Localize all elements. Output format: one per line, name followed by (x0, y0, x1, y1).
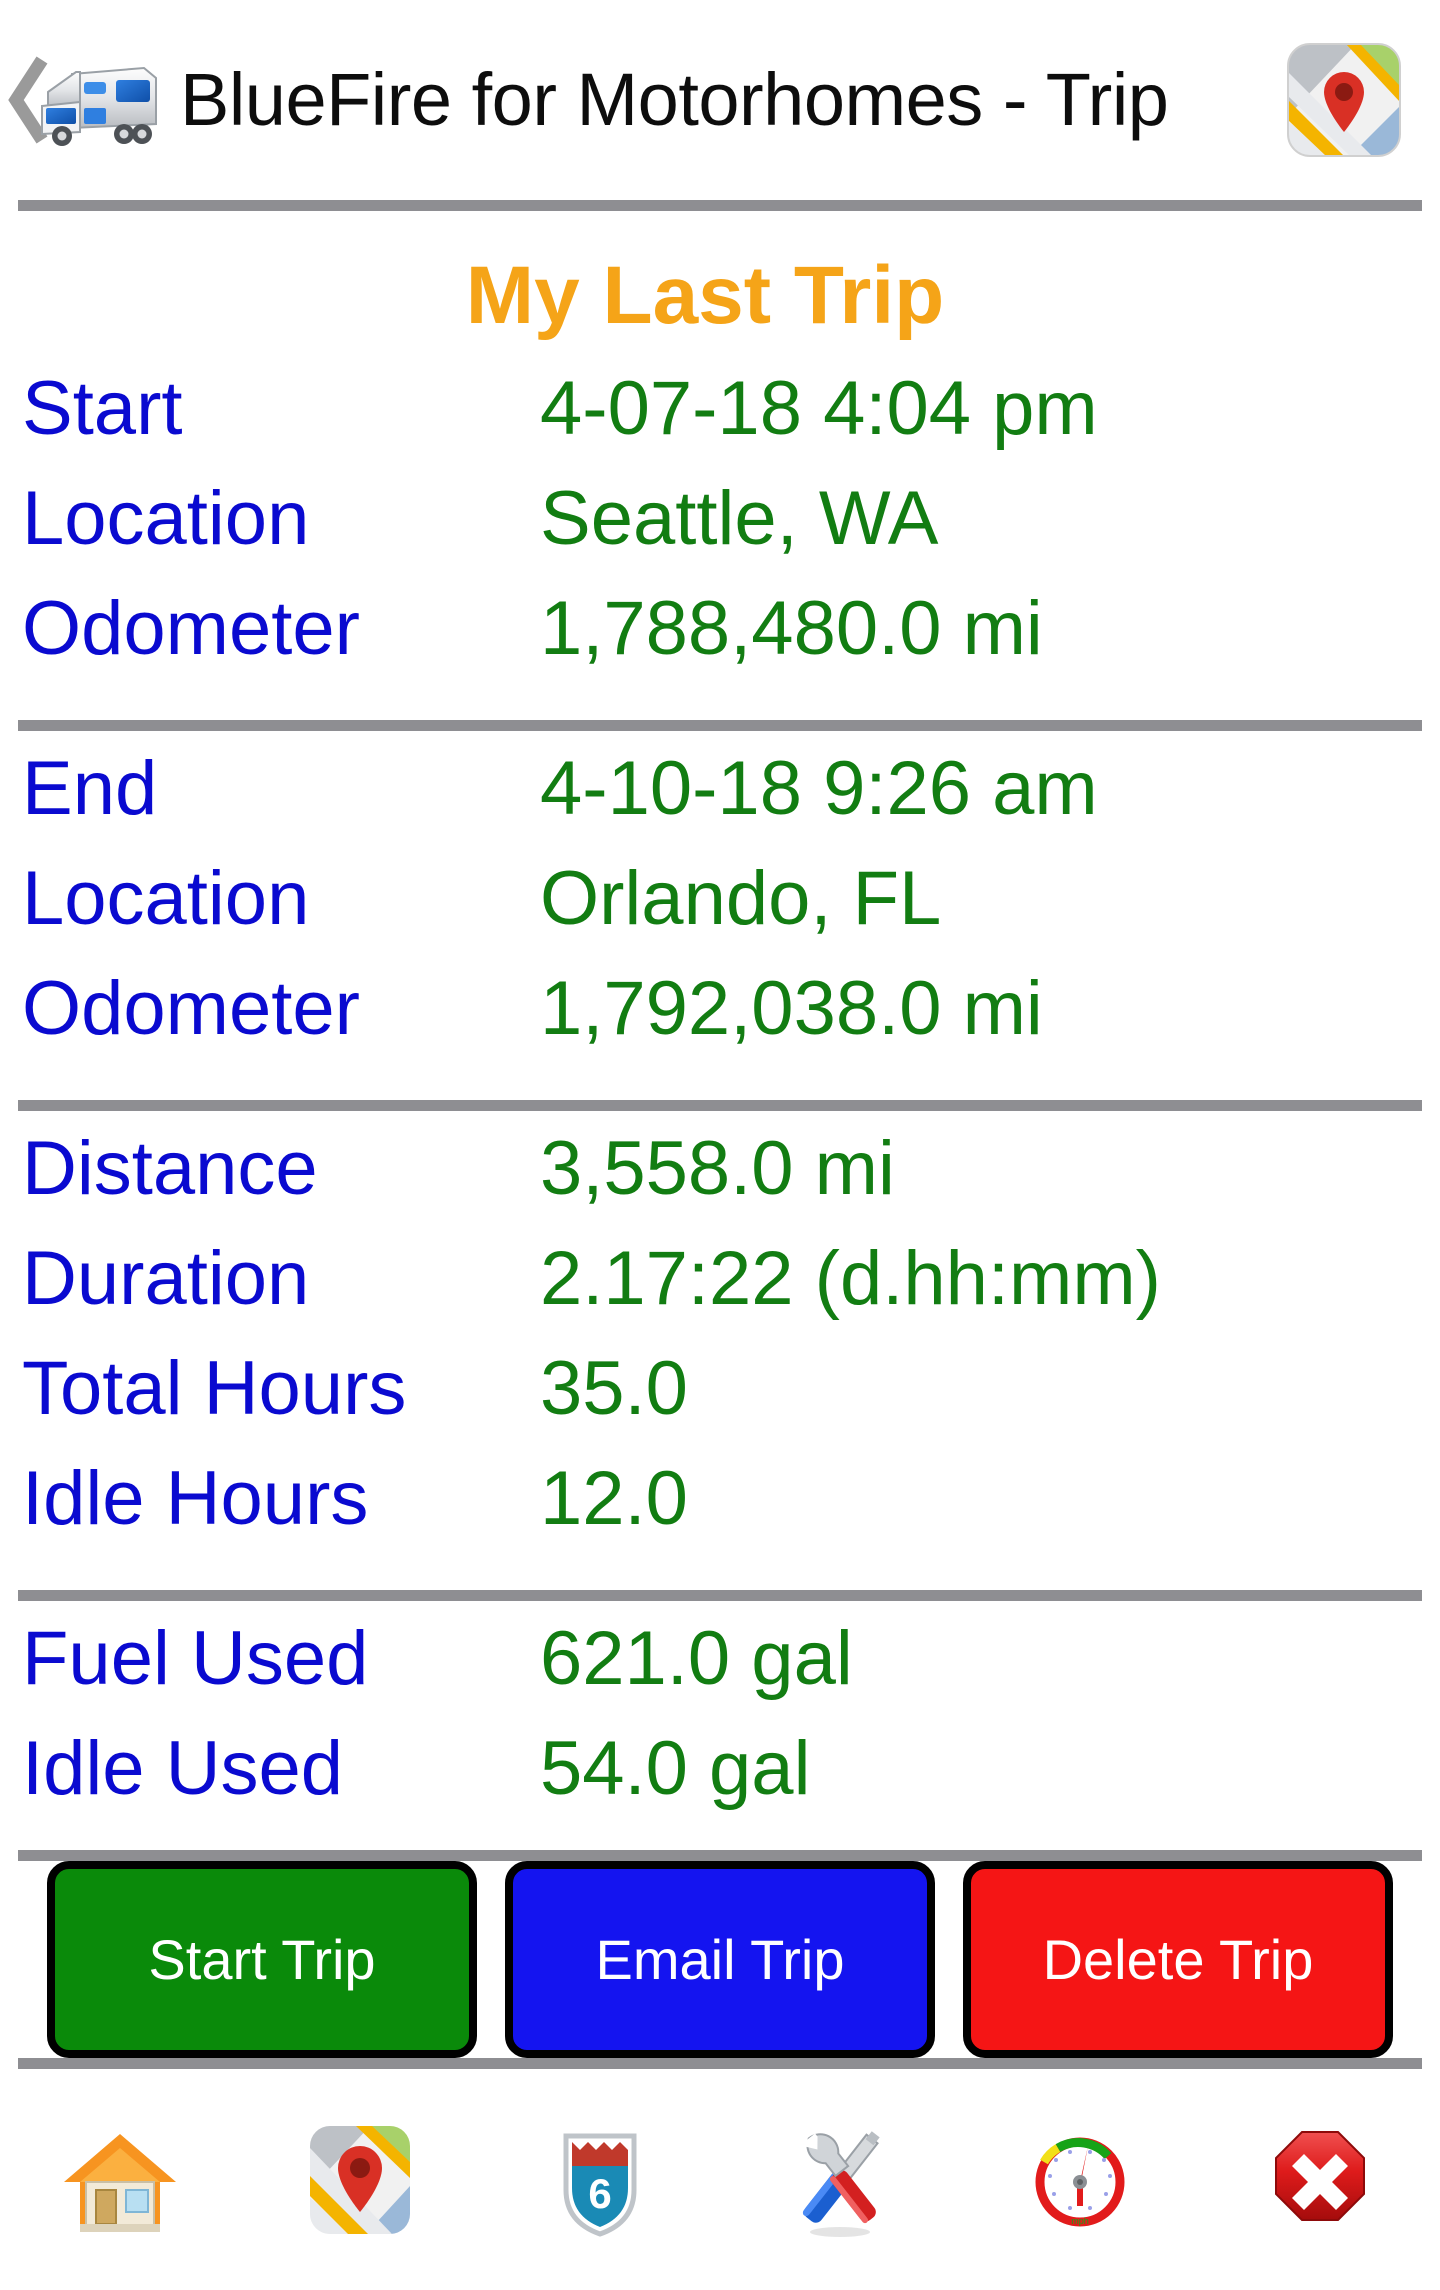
bottom-toolbar: 6 mph (0, 2069, 1440, 2290)
svg-text:mph: mph (1071, 2216, 1089, 2226)
end-group: End 4-10-18 9:26 am Location Orlando, FL… (0, 751, 1440, 1081)
row-value: 3,558.0 mi (540, 1126, 895, 1211)
page-title: BlueFire for Motorhomes - Trip (180, 58, 1169, 141)
start-group: Start 4-07-18 4:04 pm Location Seattle, … (0, 371, 1440, 701)
maps-icon[interactable] (1286, 42, 1402, 158)
toolbar-item-map[interactable] (240, 2100, 480, 2260)
row-label: Location (22, 476, 310, 561)
row-label: End (22, 746, 158, 831)
table-row: Distance 3,558.0 mi (0, 1131, 1440, 1241)
row-value: 4-10-18 9:26 am (540, 746, 1098, 831)
toolbar-item-tools[interactable] (720, 2100, 960, 2260)
trip-title: My Last Trip (465, 250, 945, 341)
highway-shield-icon: 6 (540, 2120, 660, 2240)
row-label: Duration (22, 1236, 310, 1321)
content-bottom-divider (18, 1850, 1422, 1861)
group-divider (18, 1590, 1422, 1601)
row-value: 2.17:22 (d.hh:mm) (540, 1236, 1161, 1321)
table-row: Duration 2.17:22 (d.hh:mm) (0, 1241, 1440, 1351)
row-label: Odometer (22, 966, 360, 1051)
table-row: Idle Used 54.0 gal (0, 1731, 1440, 1841)
row-value: 54.0 gal (540, 1726, 811, 1811)
row-value: Orlando, FL (540, 856, 942, 941)
table-row: Odometer 1,788,480.0 mi (0, 591, 1440, 701)
row-label: Idle Used (22, 1726, 344, 1811)
table-row: Fuel Used 621.0 gal (0, 1621, 1440, 1731)
row-label: Distance (22, 1126, 318, 1211)
row-value: 35.0 (540, 1346, 688, 1431)
table-row: Location Orlando, FL (0, 861, 1440, 971)
delete-trip-button[interactable]: Delete Trip (963, 1861, 1393, 2058)
app-header: BlueFire for Motorhomes - Trip (0, 0, 1440, 200)
header-divider (18, 200, 1422, 211)
table-row: Odometer 1,792,038.0 mi (0, 971, 1440, 1081)
row-value: 4-07-18 4:04 pm (540, 366, 1098, 451)
row-label: Location (22, 856, 310, 941)
button-bar-divider (18, 2058, 1422, 2069)
row-label: Total Hours (22, 1346, 407, 1431)
table-row: Total Hours 35.0 (0, 1351, 1440, 1461)
trip-content: My Last Trip Start 4-07-18 4:04 pm Locat… (0, 211, 1440, 1850)
close-icon (1260, 2120, 1380, 2240)
start-trip-button[interactable]: Start Trip (47, 1861, 477, 2058)
toolbar-item-highway[interactable]: 6 (480, 2100, 720, 2260)
table-row: Start 4-07-18 4:04 pm (0, 371, 1440, 481)
toolbar-item-home[interactable] (0, 2100, 240, 2260)
toolbar-item-close[interactable] (1200, 2100, 1440, 2260)
row-label: Fuel Used (22, 1616, 369, 1701)
table-row: Location Seattle, WA (0, 481, 1440, 591)
row-label: Idle Hours (22, 1456, 369, 1541)
group-divider (18, 1100, 1422, 1111)
row-label: Start (22, 366, 183, 451)
row-value: Seattle, WA (540, 476, 939, 561)
action-button-bar: Start Trip Email Trip Delete Trip (0, 1861, 1440, 2058)
row-label: Odometer (22, 586, 360, 671)
map-pin-icon (300, 2120, 420, 2240)
gauge-icon: mph (1020, 2120, 1140, 2240)
row-value: 621.0 gal (540, 1616, 853, 1701)
toolbar-item-gauge[interactable]: mph (960, 2100, 1200, 2260)
home-icon (60, 2120, 180, 2240)
row-value: 1,788,480.0 mi (540, 586, 1043, 671)
motorhome-icon[interactable] (32, 48, 164, 152)
summary-group: Distance 3,558.0 mi Duration 2.17:22 (d.… (0, 1131, 1440, 1571)
table-row: End 4-10-18 9:26 am (0, 751, 1440, 861)
group-divider (18, 720, 1422, 731)
highway-shield-number: 6 (588, 2170, 611, 2217)
email-trip-button[interactable]: Email Trip (505, 1861, 935, 2058)
fuel-group: Fuel Used 621.0 gal Idle Used 54.0 gal (0, 1621, 1440, 1841)
tools-icon (780, 2120, 900, 2240)
row-value: 1,792,038.0 mi (540, 966, 1043, 1051)
row-value: 12.0 (540, 1456, 688, 1541)
table-row: Idle Hours 12.0 (0, 1461, 1440, 1571)
